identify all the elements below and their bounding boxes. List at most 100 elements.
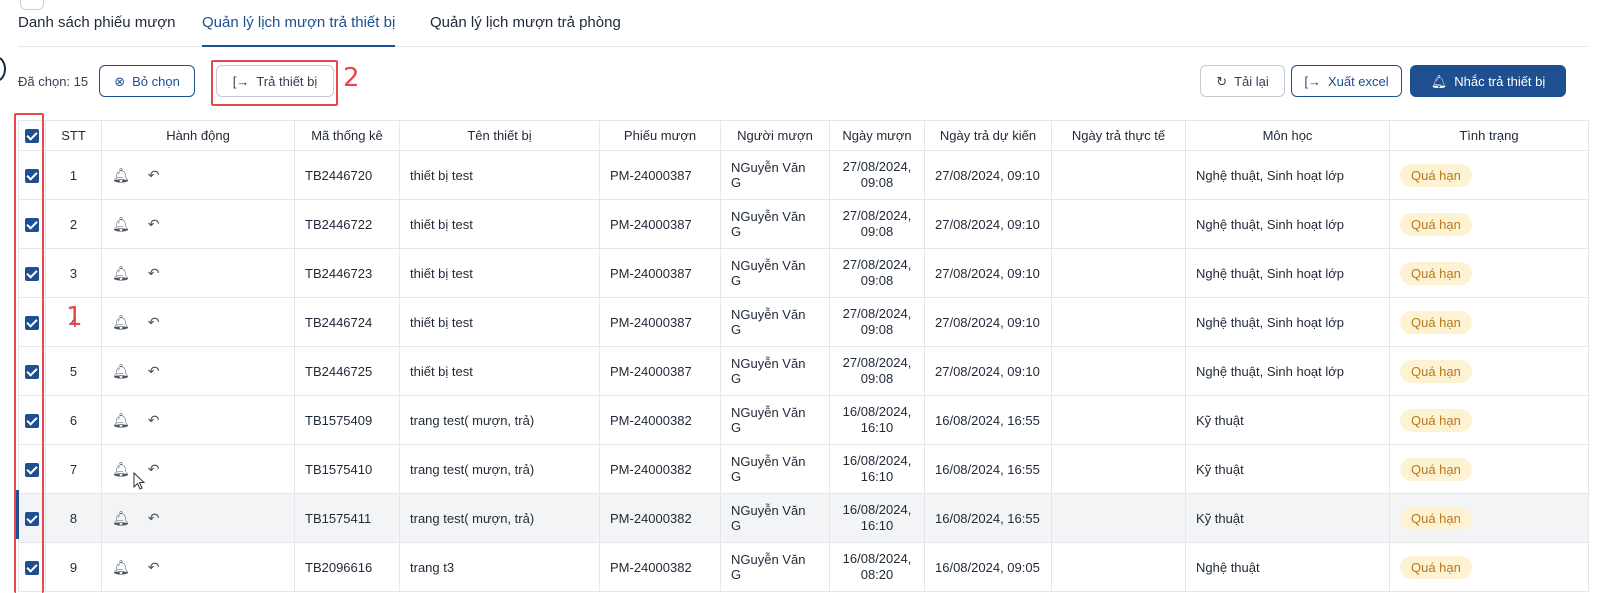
row-subject: Nghệ thuật, Sinh hoạt lớp: [1185, 346, 1390, 396]
status-badge: Quá hạn: [1400, 457, 1472, 481]
row-actual-date: [1051, 150, 1186, 200]
row-actions: 🔔︎ ↶: [101, 542, 295, 592]
bell-icon[interactable]: 🔔︎: [112, 363, 130, 380]
bell-icon[interactable]: 🔔︎: [112, 412, 130, 429]
row-ticket: PM-24000387: [599, 199, 721, 249]
bell-icon[interactable]: 🔔︎: [112, 167, 130, 184]
table-row[interactable]: 1 🔔︎ ↶ TB2446720 thiết bị test PM-24000387 NGu…: [18, 150, 1589, 200]
tab-device-schedule[interactable]: Quản lý lịch mượn trả thiết bị: [202, 14, 396, 47]
table-row[interactable]: 5 🔔︎ ↶ TB2446725 thiết bị test PM-24000387 NGu…: [18, 346, 1589, 396]
clear-selection-button[interactable]: ⊗ Bỏ chọn: [99, 65, 195, 97]
return-arrow-icon[interactable]: ↶: [148, 559, 160, 576]
row-borrow-date: 27/08/2024, 09:08: [829, 150, 925, 200]
row-stt: 3: [45, 248, 102, 298]
bell-icon[interactable]: 🔔︎: [112, 265, 130, 282]
annotation-box-return: [211, 60, 338, 106]
row-borrow-date: 16/08/2024, 16:10: [829, 493, 925, 543]
row-borrow-date-time: 09:08: [860, 371, 894, 386]
header-ticket: Phiếu mượn: [599, 120, 721, 151]
row-borrow-date: 16/08/2024, 16:10: [829, 395, 925, 445]
row-stt: 5: [45, 346, 102, 396]
row-due-date: 27/08/2024, 09:10: [924, 346, 1052, 396]
row-borrow-date-day: 27/08/2024,: [842, 159, 912, 174]
row-actions: 🔔︎ ↶: [101, 493, 295, 543]
return-arrow-icon[interactable]: ↶: [148, 461, 160, 478]
header-status: Tình trạng: [1389, 120, 1589, 151]
row-borrow-date: 16/08/2024, 08:20: [829, 542, 925, 592]
export-excel-button[interactable]: [→ Xuất excel: [1291, 65, 1402, 97]
row-code: TB2096616: [294, 542, 400, 592]
bell-icon[interactable]: 🔔︎: [112, 461, 130, 478]
bell-icon[interactable]: 🔔︎: [112, 216, 130, 233]
table-row[interactable]: 2 🔔︎ ↶ TB2446722 thiết bị test PM-24000387 NGu…: [18, 199, 1589, 249]
tab-room-schedule[interactable]: Quản lý lịch mượn trả phòng: [430, 14, 621, 31]
row-code: TB1575410: [294, 444, 400, 494]
row-code: TB1575409: [294, 395, 400, 445]
row-borrow-date: 27/08/2024, 09:08: [829, 199, 925, 249]
row-borrower: NGuyễn Văn G: [720, 444, 830, 494]
bell-icon[interactable]: 🔔︎: [112, 510, 130, 527]
status-badge: Quá hạn: [1400, 261, 1472, 285]
row-device-name: trang test( mượn, trả): [399, 493, 600, 543]
row-stt: 7: [45, 444, 102, 494]
status-badge: Quá hạn: [1400, 408, 1472, 432]
bell-icon[interactable]: 🔔︎: [112, 314, 130, 331]
row-borrow-date-day: 16/08/2024,: [842, 551, 912, 566]
remind-return-button[interactable]: 🔔︎ Nhắc trả thiết bị: [1410, 65, 1566, 97]
tab-borrow-list[interactable]: Danh sách phiếu mượn: [18, 14, 175, 31]
row-borrow-date-time: 09:08: [860, 224, 894, 239]
return-arrow-icon[interactable]: ↶: [148, 363, 160, 380]
row-stt: 1: [45, 150, 102, 200]
row-borrow-date-day: 27/08/2024,: [842, 355, 912, 370]
table-row[interactable]: 9 🔔︎ ↶ TB2096616 trang t3 PM-24000382 NGuyễn V…: [18, 542, 1589, 592]
header-borrow-date: Ngày mượn: [829, 120, 925, 151]
row-borrower: NGuyễn Văn G: [720, 297, 830, 347]
row-subject: Kỹ thuật: [1185, 493, 1390, 543]
mouse-cursor-icon: [133, 472, 146, 490]
row-actual-date: [1051, 297, 1186, 347]
row-borrow-date: 27/08/2024, 09:08: [829, 297, 925, 347]
header-subject: Môn học: [1185, 120, 1390, 151]
table-row[interactable]: 6 🔔︎ ↶ TB1575409 trang test( mượn, trả) PM-24…: [18, 395, 1589, 445]
row-due-date: 16/08/2024, 16:55: [924, 395, 1052, 445]
row-borrower: NGuyễn Văn G: [720, 346, 830, 396]
reload-button[interactable]: ↻ Tải lại: [1200, 65, 1285, 97]
row-borrow-date-time: 16:10: [860, 469, 894, 484]
table-row[interactable]: 3 🔔︎ ↶ TB2446723 thiết bị test PM-24000387 NGu…: [18, 248, 1589, 298]
return-arrow-icon[interactable]: ↶: [148, 167, 160, 184]
remind-return-label: Nhắc trả thiết bị: [1454, 73, 1546, 89]
table-body: 1 🔔︎ ↶ TB2446720 thiết bị test PM-24000387 NGu…: [18, 150, 1589, 592]
row-due-date: 16/08/2024, 16:55: [924, 493, 1052, 543]
return-arrow-icon[interactable]: ↶: [148, 510, 160, 527]
bell-icon[interactable]: 🔔︎: [112, 559, 130, 576]
row-actions: 🔔︎ ↶: [101, 395, 295, 445]
row-actual-date: [1051, 493, 1186, 543]
return-arrow-icon[interactable]: ↶: [148, 216, 160, 233]
row-ticket: PM-24000382: [599, 395, 721, 445]
row-ticket: PM-24000387: [599, 346, 721, 396]
return-arrow-icon[interactable]: ↶: [148, 265, 160, 282]
row-stt: 6: [45, 395, 102, 445]
row-device-name: thiết bị test: [399, 199, 600, 249]
return-arrow-icon[interactable]: ↶: [148, 314, 160, 331]
row-device-name: thiết bị test: [399, 346, 600, 396]
row-borrow-date: 27/08/2024, 09:08: [829, 346, 925, 396]
row-borrow-date-day: 27/08/2024,: [842, 306, 912, 321]
row-actions: 🔔︎ ↶: [101, 297, 295, 347]
row-actions: 🔔︎ ↶: [101, 444, 295, 494]
table-row[interactable]: 8 🔔︎ ↶ TB1575411 trang test( mượn, trả) PM-24…: [18, 493, 1589, 543]
table-row[interactable]: 4 🔔︎ ↶ TB2446724 thiết bị test PM-24000387 NGu…: [18, 297, 1589, 347]
row-subject: Nghệ thuật, Sinh hoạt lớp: [1185, 297, 1390, 347]
return-arrow-icon[interactable]: ↶: [148, 412, 160, 429]
row-due-date: 27/08/2024, 09:10: [924, 297, 1052, 347]
row-device-name: trang test( mượn, trả): [399, 395, 600, 445]
row-status-cell: Quá hạn: [1389, 150, 1589, 200]
status-badge: Quá hạn: [1400, 212, 1472, 236]
table-row[interactable]: 7 🔔︎ ↶ TB1575410 trang test( mượn, trả) PM-24…: [18, 444, 1589, 494]
row-stt: 9: [45, 542, 102, 592]
row-borrower: NGuyễn Văn G: [720, 542, 830, 592]
selected-count: Đã chọn: 15: [18, 74, 89, 89]
row-stt: 2: [45, 199, 102, 249]
row-ticket: PM-24000382: [599, 493, 721, 543]
row-borrower: NGuyễn Văn G: [720, 493, 830, 543]
